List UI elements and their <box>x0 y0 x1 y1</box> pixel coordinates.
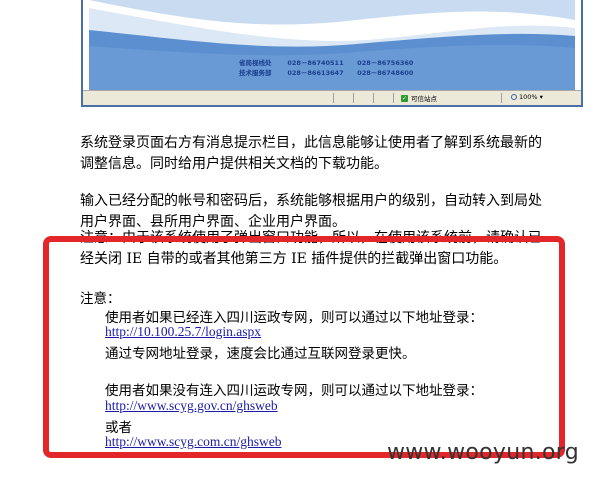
contact-phone: 028－86613647 <box>287 69 344 77</box>
private-network-login-link[interactable]: http://10.100.25.7/login.aspx <box>105 324 261 339</box>
contact-phone: 028－86756360 <box>357 59 414 67</box>
note-line: 通过专网地址登录，速度会比通过互联网登录更快。 <box>105 346 416 362</box>
text-line: 输入已经分配的帐号和密码后，系统能够根据用户的级别，自动转入到局处 <box>80 193 542 209</box>
contact-label: 技术服务部 <box>239 69 272 77</box>
note-title: 注意： <box>80 291 121 307</box>
zoom-level: 100% <box>519 93 538 101</box>
contact-row-1: 省局视线处 028－86740511 028－86756360 <box>239 57 413 67</box>
contact-row-2: 技术服务部 028－86613647 028－86748600 <box>239 67 413 77</box>
contact-label: 省局视线处 <box>239 59 272 67</box>
gov-login-link[interactable]: http://www.scyg.gov.cn/ghsweb <box>105 398 278 413</box>
zoom-control[interactable]: 100% ▾ <box>511 93 543 101</box>
paragraph-login-levels: 输入已经分配的帐号和密码后，系统能够根据用户的级别，自动转入到局处 用户界面、县… <box>80 191 542 233</box>
contact-phone: 028－86740511 <box>287 59 344 67</box>
text-line: 调整信息。同时给用户提供相关文档的下载功能。 <box>80 156 388 172</box>
browser-status-bar: ✓ 可信站点 100% ▾ <box>83 90 581 105</box>
note-line: 使用者如果已经连入四川运政专网，则可以通过以下地址登录： <box>105 310 483 326</box>
private-network-link-row: http://10.100.25.7/login.aspx <box>105 324 261 340</box>
text-line: 系统登录页面右方有消息提示栏目，此信息能够让使用者了解到系统最新的 <box>80 135 542 151</box>
com-login-link[interactable]: http://www.scyg.com.cn/ghsweb <box>105 434 281 449</box>
security-zone: ✓ 可信站点 <box>401 93 437 103</box>
chevron-down-icon: ▾ <box>539 93 543 101</box>
watermark: www.wooyun.org <box>386 440 579 465</box>
trusted-site-icon: ✓ <box>401 94 408 102</box>
gov-link-row: http://www.scyg.gov.cn/ghsweb <box>105 398 278 414</box>
login-page-preview: 省局视线处 028－86740511 028－86756360 技术服务部 02… <box>89 0 575 90</box>
embedded-browser-screenshot: 省局视线处 028－86740511 028－86756360 技术服务部 02… <box>81 0 583 107</box>
security-zone-label: 可信站点 <box>411 95 437 103</box>
zoom-icon <box>511 94 517 100</box>
contact-phone: 028－86748600 <box>357 69 414 77</box>
note-or: 或者 <box>105 420 132 436</box>
com-link-row: http://www.scyg.com.cn/ghsweb <box>105 434 281 450</box>
paragraph-message-panel: 系统登录页面右方有消息提示栏目，此信息能够让使用者了解到系统最新的 调整信息。同… <box>80 133 542 175</box>
note-line: 使用者如果没有连入四川运政专网，则可以通过以下地址登录： <box>105 383 483 399</box>
